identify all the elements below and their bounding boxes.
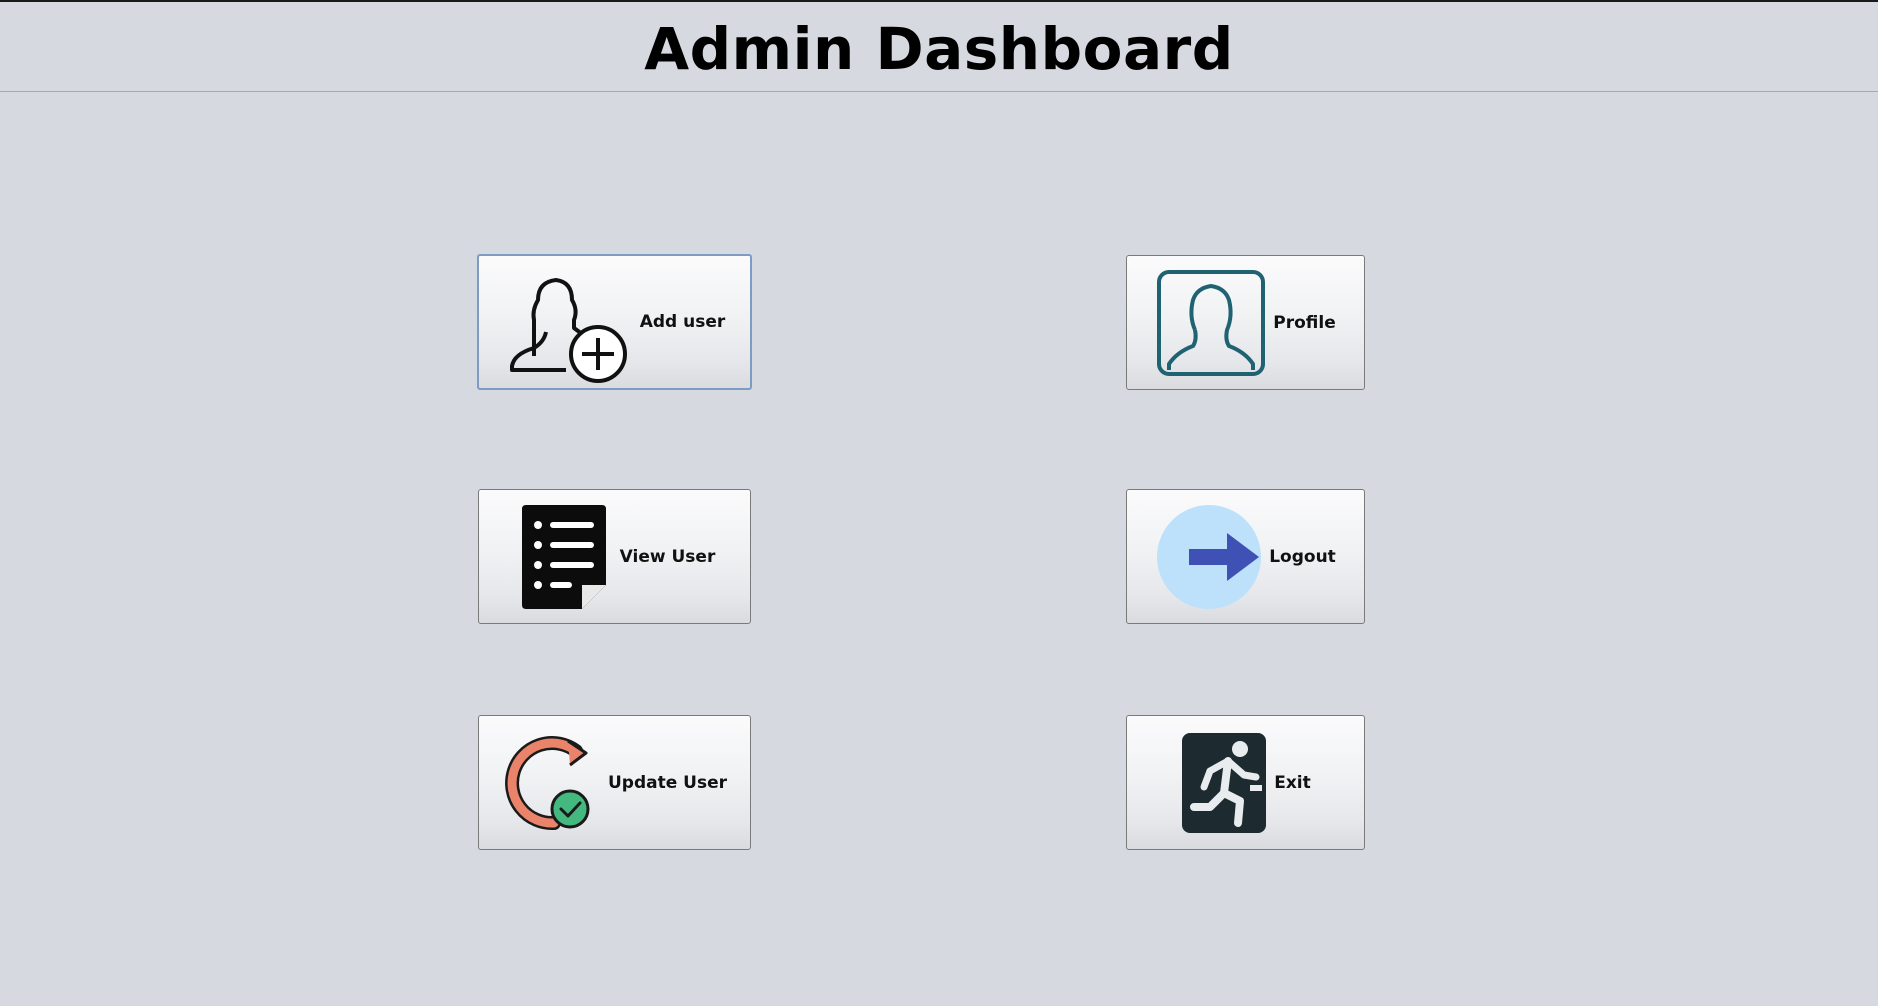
- logout-arrow-icon: [1157, 504, 1262, 609]
- profile-icon: [1157, 269, 1266, 376]
- add-user-button[interactable]: Add user: [477, 254, 752, 390]
- update-user-button[interactable]: Update User: [478, 715, 751, 850]
- document-list-icon: [521, 504, 606, 609]
- logout-label: Logout: [1269, 546, 1336, 567]
- profile-label: Profile: [1273, 312, 1336, 333]
- update-user-label: Update User: [607, 772, 728, 793]
- exit-button[interactable]: Exit: [1126, 715, 1365, 850]
- page-title: Admin Dashboard: [644, 15, 1234, 83]
- profile-button[interactable]: Profile: [1126, 255, 1365, 390]
- view-user-label: View User: [619, 546, 716, 567]
- admin-dashboard-window: Admin Dashboard Add user View User Updat…: [0, 0, 1878, 1006]
- add-user-icon: [509, 278, 627, 383]
- view-user-button[interactable]: View User: [478, 489, 751, 624]
- logout-button[interactable]: Logout: [1126, 489, 1365, 624]
- header: Admin Dashboard: [0, 2, 1878, 92]
- add-user-label: Add user: [639, 312, 726, 332]
- refresh-check-icon: [505, 735, 590, 830]
- exit-label: Exit: [1274, 772, 1311, 793]
- exit-running-icon: [1182, 732, 1267, 833]
